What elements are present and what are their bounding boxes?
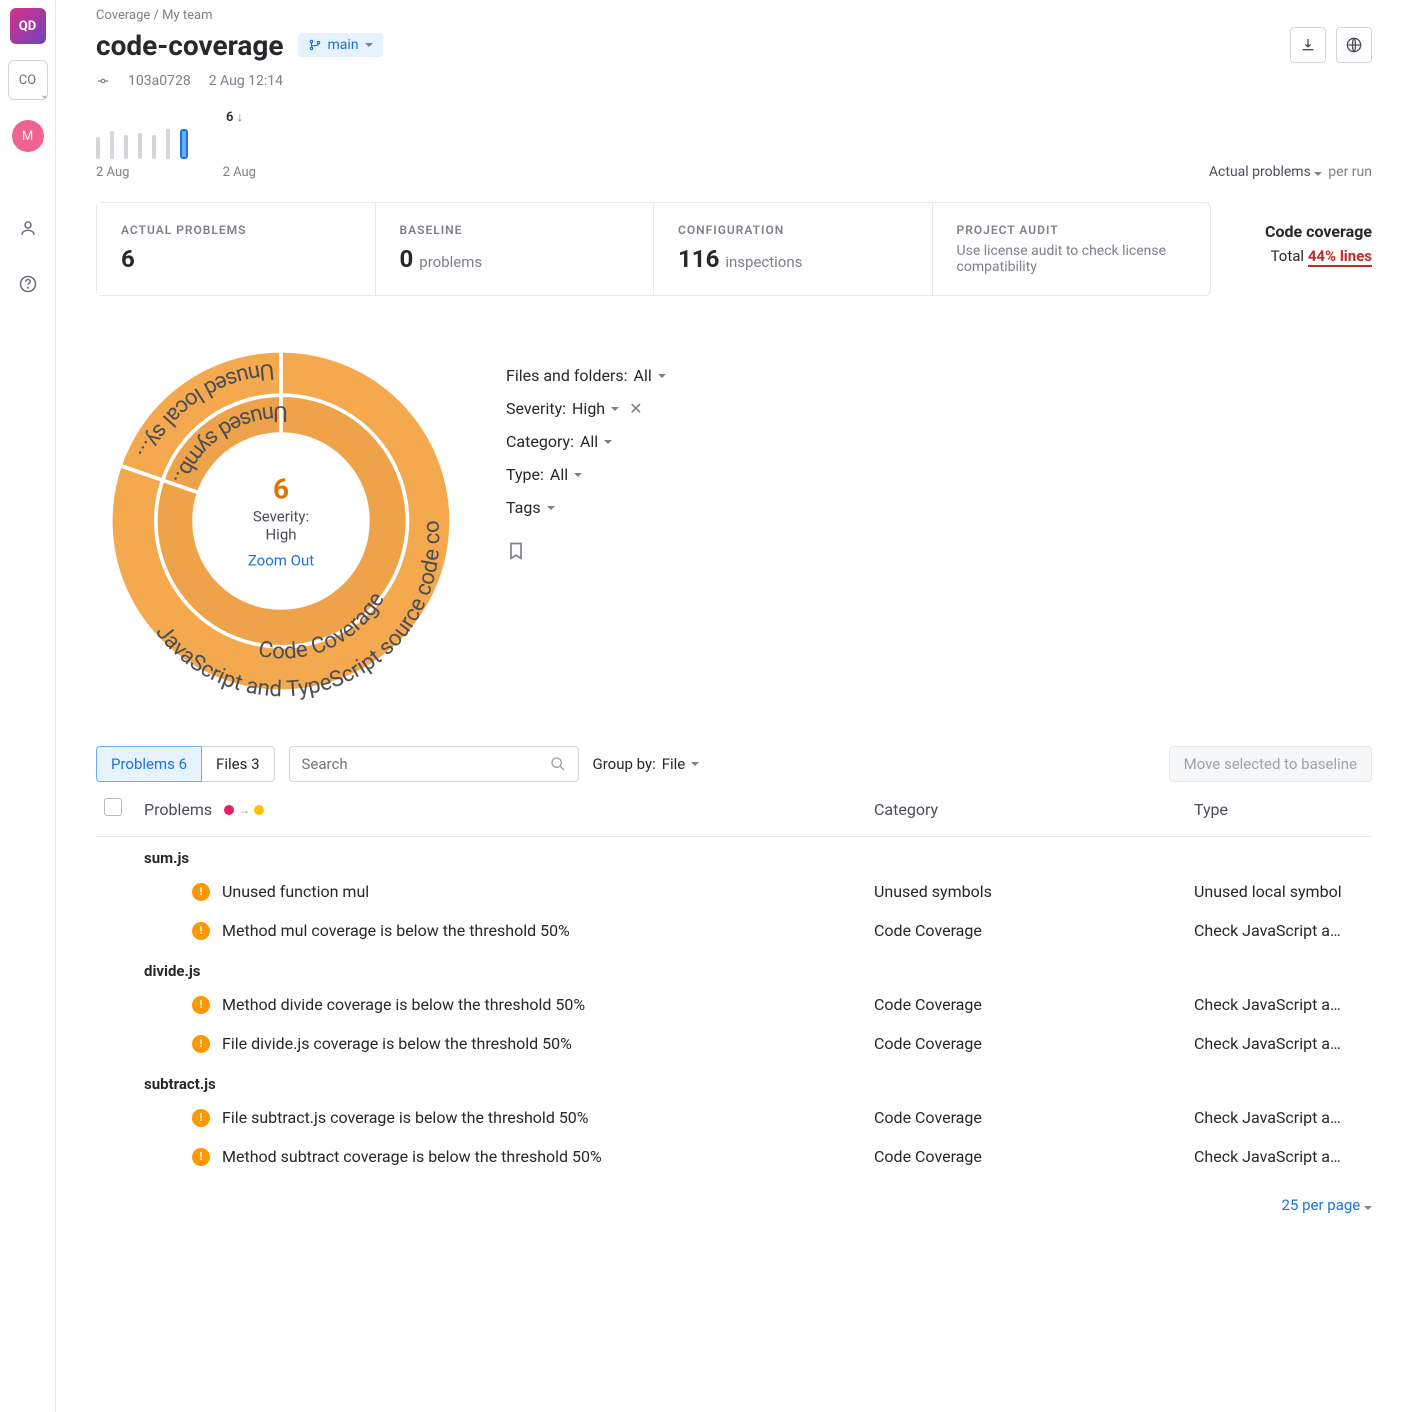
donut-severity-label: Severity:High [248,508,314,544]
file-group[interactable]: subtract.js [96,1063,1372,1098]
table-header: Problems → Category Type [96,782,1372,837]
table-row[interactable]: Method mul coverage is below the thresho… [96,911,1372,950]
filters: Files and folders: All Severity: High ✕ … [506,336,666,561]
table-row[interactable]: File subtract.js coverage is below the t… [96,1098,1372,1137]
warning-icon [192,883,210,901]
bookmark-icon[interactable] [506,541,526,561]
avatar[interactable]: M [8,116,48,156]
globe-button[interactable] [1336,27,1372,63]
groupby-dropdown[interactable]: Group by: File [593,755,700,773]
problems-table: sum.jsUnused function mulUnused symbolsU… [96,837,1372,1176]
card-configuration[interactable]: CONFIGURATION 116inspections [654,203,933,295]
filter-files[interactable]: Files and folders: All [506,366,666,385]
zoom-out-link[interactable]: Zoom Out [248,552,314,570]
filter-tags[interactable]: Tags [506,498,666,517]
file-group[interactable]: sum.js [96,837,1372,872]
warning-icon [192,996,210,1014]
filter-type[interactable]: Type: All [506,465,666,484]
search-input[interactable] [289,746,579,782]
pagination-dropdown[interactable]: 25 per page [96,1196,1372,1214]
sparkline[interactable] [96,129,256,159]
severity-legend-icon: → [224,803,264,817]
spark-count: 6 ↓ [226,109,386,125]
select-all-checkbox[interactable] [104,798,122,816]
card-baseline[interactable]: BASELINE 0problems [376,203,655,295]
card-project-audit[interactable]: PROJECT AUDIT Use license audit to check… [933,203,1211,295]
download-button[interactable] [1290,27,1326,63]
warning-icon [192,922,210,940]
table-row[interactable]: Method subtract coverage is below the th… [96,1137,1372,1176]
tab-files[interactable]: Files 3 [202,746,274,782]
help-icon[interactable] [8,264,48,304]
table-row[interactable]: File divide.js coverage is below the thr… [96,1024,1372,1063]
project-switcher[interactable]: CO⌄ [8,60,48,100]
warning-icon [192,1109,210,1127]
person-icon[interactable] [8,208,48,248]
breadcrumb[interactable]: Coverage / My team [96,0,1372,23]
table-row[interactable]: Unused function mulUnused symbolsUnused … [96,872,1372,911]
move-to-baseline-button[interactable]: Move selected to baseline [1169,746,1372,782]
warning-icon [192,1035,210,1053]
commit-date: 2 Aug 12:14 [209,73,283,89]
per-run-label: per run [1328,164,1372,180]
branch-selector[interactable]: main [298,33,383,57]
commit-hash: 103a0728 [128,73,191,89]
actual-problems-dropdown[interactable]: Actual problems [1209,164,1322,180]
page-title: code-coverage [96,29,284,62]
summary-cards: ACTUAL PROBLEMS 6 BASELINE 0problems CON… [96,202,1211,296]
search-icon [550,756,566,772]
donut-count: 6 [248,473,314,506]
filter-severity[interactable]: Severity: High ✕ [506,399,666,418]
commit-icon [96,74,110,88]
filter-category[interactable]: Category: All [506,432,666,451]
sunburst-chart[interactable]: Unused local sy... Unused symb... Code C… [96,336,466,706]
warning-icon [192,1148,210,1166]
table-row[interactable]: Method divide coverage is below the thre… [96,985,1372,1024]
file-group[interactable]: divide.js [96,950,1372,985]
coverage-percent-link[interactable]: 44% lines [1308,247,1372,267]
sidebar: QD CO⌄ M [0,0,56,1412]
clear-severity-icon[interactable]: ✕ [629,399,642,418]
tab-problems[interactable]: Problems 6 [96,746,202,782]
logo[interactable]: QD [10,8,46,44]
code-coverage-summary: Code coverage Total 44% lines [1241,202,1372,285]
card-actual-problems[interactable]: ACTUAL PROBLEMS 6 [97,203,376,295]
